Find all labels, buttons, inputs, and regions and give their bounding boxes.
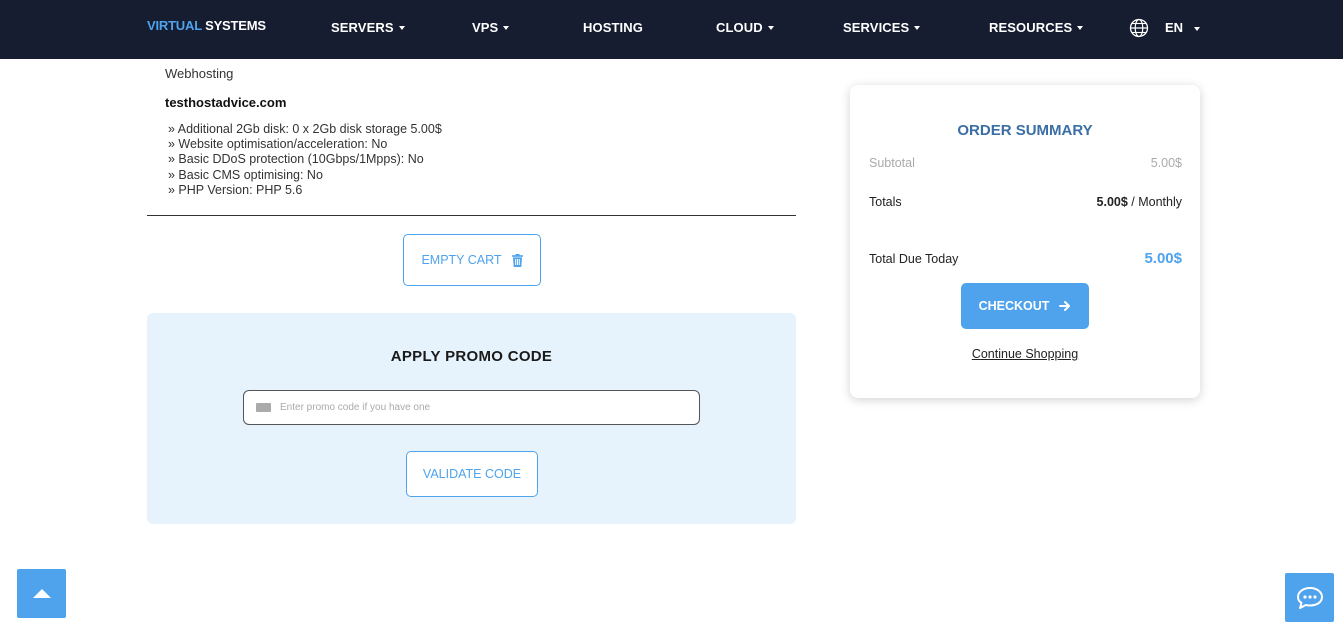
nav-servers-label: SERVERS xyxy=(331,20,394,35)
checkout-button[interactable]: CHECKOUT xyxy=(961,283,1089,329)
validate-code-button[interactable]: VALIDATE CODE xyxy=(406,451,538,497)
option-line: » Additional 2Gb disk: 0 x 2Gb disk stor… xyxy=(168,122,442,136)
chevron-down-icon xyxy=(1077,26,1084,30)
chevron-down-icon xyxy=(767,26,774,30)
ticket-icon xyxy=(256,403,271,412)
nav-cloud-label: CLOUD xyxy=(716,20,763,35)
trash-icon xyxy=(511,253,523,267)
logo-virtual: VIRTUAL xyxy=(147,18,202,33)
promo-title: APPLY PROMO CODE xyxy=(390,348,553,365)
total-due-value: 5.00$ xyxy=(1144,250,1182,267)
nav-vps[interactable]: VPS xyxy=(472,20,510,35)
chevron-down-icon xyxy=(398,26,405,30)
empty-cart-label: EMPTY CART xyxy=(421,253,502,267)
subtotal-value: 5.00$ xyxy=(1150,156,1182,170)
product-options: » Additional 2Gb disk: 0 x 2Gb disk stor… xyxy=(168,122,442,198)
option-line: » Website optimisation/acceleration: No xyxy=(168,137,388,152)
nav-resources[interactable]: RESOURCES xyxy=(989,20,1084,35)
product-group: Webhosting xyxy=(165,66,234,81)
nav-resources-label: RESOURCES xyxy=(989,20,1073,35)
top-navbar: VIRTUAL SYSTEMS SERVERS VPS HOSTING CLOU… xyxy=(0,0,1343,59)
promo-code-field[interactable] xyxy=(243,390,700,425)
total-due-label: Total Due Today xyxy=(869,251,959,266)
scroll-to-top-button[interactable] xyxy=(17,569,66,618)
option-line: » PHP Version: PHP 5.6 xyxy=(168,182,303,197)
totals-row: Totals 5.00$ / Monthly xyxy=(869,195,1182,209)
total-due-row: Total Due Today 5.00$ xyxy=(869,250,1182,267)
promo-code-panel: APPLY PROMO CODE VALIDATE CODE xyxy=(147,313,796,524)
product-domain: testhostadvice.com xyxy=(165,95,287,110)
order-summary-card: ORDER SUMMARY Subtotal 5.00$ Totals 5.00… xyxy=(850,85,1200,398)
chat-button[interactable] xyxy=(1285,573,1334,622)
nav-hosting-label: HOSTING xyxy=(583,20,643,35)
arrow-right-icon xyxy=(1059,301,1071,311)
empty-cart-button[interactable]: EMPTY CART xyxy=(403,234,541,286)
checkout-label: CHECKOUT xyxy=(978,299,1050,313)
option-line: » Basic DDoS protection (10Gbps/1Mpps): … xyxy=(168,152,424,167)
nav-services-label: SERVICES xyxy=(843,20,910,35)
subtotal-row: Subtotal 5.00$ xyxy=(869,156,1182,170)
logo-systems: SYSTEMS xyxy=(201,18,266,33)
order-summary-title: ORDER SUMMARY xyxy=(957,122,1093,139)
option-line: » Basic CMS optimising: No xyxy=(168,167,323,182)
chevron-down-icon[interactable] xyxy=(1194,27,1200,31)
continue-shopping-link[interactable]: Continue Shopping xyxy=(850,347,1200,361)
arrow-up-icon xyxy=(32,589,51,598)
chevron-down-icon xyxy=(914,26,921,30)
site-logo[interactable]: VIRTUAL SYSTEMS xyxy=(147,18,266,33)
totals-amount: 5.00$ xyxy=(1096,195,1128,209)
chat-icon xyxy=(1296,586,1323,609)
nav-cloud[interactable]: CLOUD xyxy=(716,20,774,35)
promo-code-input[interactable] xyxy=(280,402,670,413)
globe-icon[interactable] xyxy=(1129,18,1149,38)
nav-vps-label: VPS xyxy=(472,20,499,35)
subtotal-label: Subtotal xyxy=(869,156,915,170)
language-selector[interactable]: EN xyxy=(1165,20,1183,35)
divider xyxy=(147,215,796,216)
nav-servers[interactable]: SERVERS xyxy=(331,20,405,35)
chevron-down-icon xyxy=(503,26,510,30)
nav-services[interactable]: SERVICES xyxy=(843,20,921,35)
nav-hosting[interactable]: HOSTING xyxy=(583,20,643,35)
totals-period: / Monthly xyxy=(1127,195,1182,209)
totals-value: 5.00$ / Monthly xyxy=(1097,195,1182,209)
totals-label: Totals xyxy=(869,195,902,209)
